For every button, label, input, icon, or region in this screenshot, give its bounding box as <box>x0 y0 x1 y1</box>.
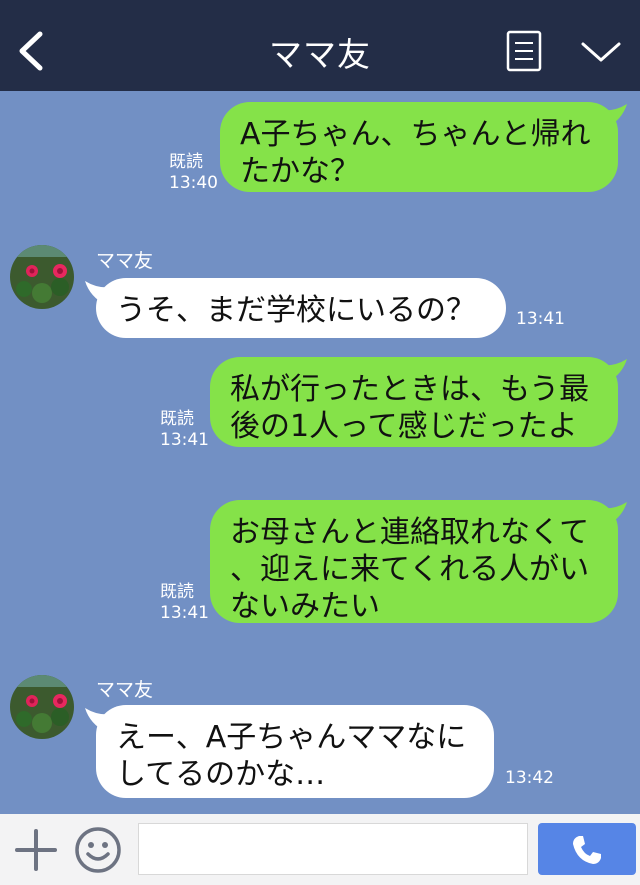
message-meta: 既読 13:41 <box>160 409 209 451</box>
message-time: 13:41 <box>160 430 209 450</box>
message-time: 13:42 <box>505 768 554 788</box>
message-bubble[interactable]: 私が行ったときは、もう最 後の1人って感じだったよ <box>210 357 618 447</box>
chat-header: ママ友 <box>0 0 640 91</box>
sender-name: ママ友 <box>96 250 154 272</box>
smile-icon[interactable] <box>74 826 122 874</box>
call-button[interactable] <box>538 823 636 875</box>
plus-icon[interactable] <box>14 828 58 872</box>
rose-photo-icon <box>10 245 74 309</box>
chevron-down-icon[interactable] <box>580 38 622 66</box>
avatar[interactable] <box>10 245 74 309</box>
message-time: 13:41 <box>160 603 209 623</box>
sender-name: ママ友 <box>96 679 154 701</box>
message-meta: 既読 13:40 <box>169 152 218 194</box>
message-time: 13:41 <box>516 309 565 329</box>
read-receipt: 既読 <box>169 152 203 172</box>
read-receipt: 既読 <box>160 582 194 602</box>
message-time: 13:40 <box>169 173 218 193</box>
menu-list-icon[interactable] <box>506 30 542 72</box>
message-bubble[interactable]: うそ、まだ学校にいるの？ <box>96 278 506 338</box>
message-meta: 既読 13:41 <box>160 582 209 624</box>
avatar[interactable] <box>10 675 74 739</box>
read-receipt: 既読 <box>160 409 194 429</box>
message-list[interactable]: 既読 13:40 A子ちゃん、ちゃんと帰れ たかな？ ママ友 うそ、まだ学校にい… <box>0 91 640 814</box>
chat-title: ママ友 <box>269 35 371 74</box>
message-bubble[interactable]: えー、A子ちゃんママなに してるのかな… <box>96 705 494 798</box>
message-bubble[interactable]: A子ちゃん、ちゃんと帰れ たかな？ <box>220 102 618 192</box>
message-bubble[interactable]: お母さんと連絡取れなくて 、迎えに来てくれる人がい ないみたい <box>210 500 618 624</box>
rose-photo-icon <box>10 675 74 739</box>
message-input[interactable] <box>138 823 528 875</box>
phone-icon <box>573 836 601 864</box>
